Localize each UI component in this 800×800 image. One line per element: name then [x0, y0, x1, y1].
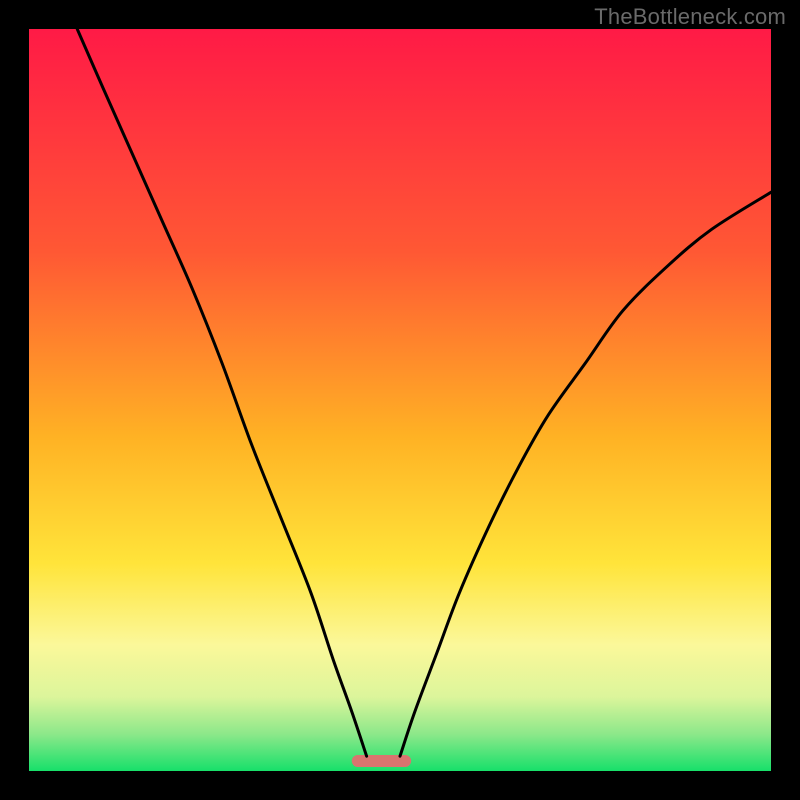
chart-frame: TheBottleneck.com [0, 0, 800, 800]
chart-svg [29, 29, 771, 771]
watermark-text: TheBottleneck.com [594, 4, 786, 30]
min-marker [352, 755, 411, 767]
gradient-background [29, 29, 771, 771]
plot-area [29, 29, 771, 771]
